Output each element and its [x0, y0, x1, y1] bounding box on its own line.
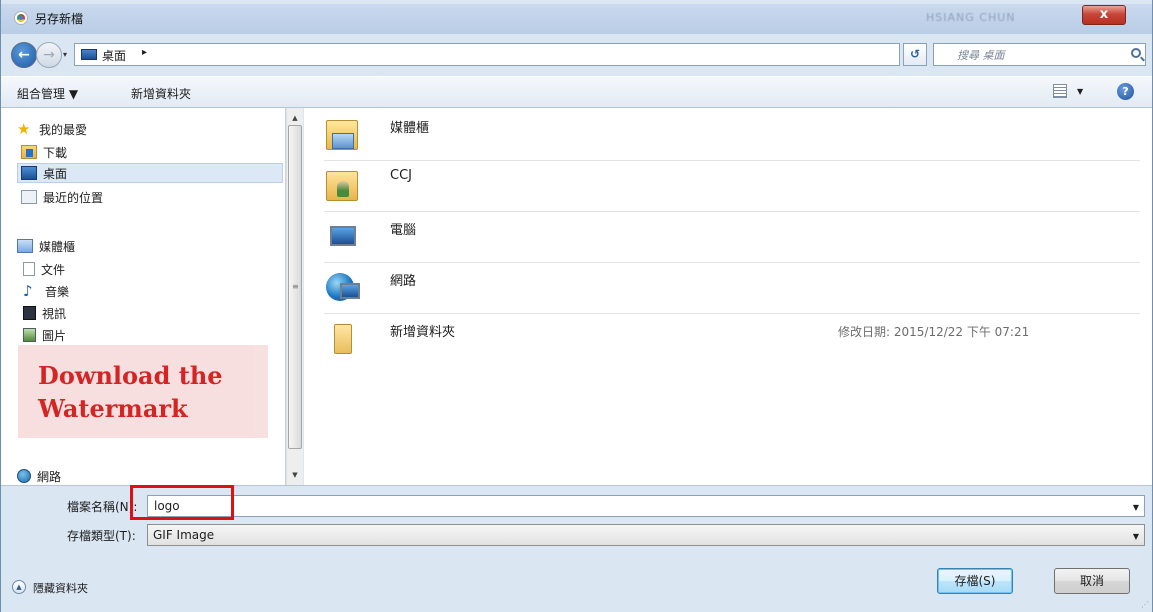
- sidebar-item-label: 網路: [37, 469, 62, 484]
- save-button[interactable]: 存檔(S): [937, 568, 1013, 594]
- list-item[interactable]: 媒體櫃: [324, 110, 1140, 161]
- desktop-icon: [81, 49, 97, 60]
- address-bar[interactable]: 桌面 ▸ ▼: [74, 43, 965, 66]
- sidebar-item-pictures[interactable]: 圖片: [23, 325, 66, 345]
- cancel-button[interactable]: 取消: [1054, 568, 1130, 594]
- sidebar-item-desktop[interactable]: 桌面: [17, 163, 283, 183]
- sidebar-item-recent[interactable]: 最近的位置: [21, 187, 103, 207]
- breadcrumb-chevron-icon[interactable]: ▸: [142, 47, 147, 58]
- command-bar: 組合管理 ▼ 新增資料夾 ▼ ?: [1, 76, 1152, 108]
- help-icon[interactable]: ?: [1117, 83, 1134, 100]
- videos-icon: [23, 306, 36, 320]
- filetype-dropdown-icon[interactable]: ▼: [1133, 532, 1139, 541]
- search-box[interactable]: 搜尋 桌面: [933, 43, 1146, 66]
- documents-icon: [23, 262, 35, 276]
- sidebar-item-label: 最近的位置: [43, 190, 104, 205]
- user-name: HSIANG CHUN: [926, 11, 1016, 24]
- sidebar-item-label: 我的最愛: [39, 122, 88, 137]
- sidebar-item-label: 圖片: [42, 328, 67, 343]
- sidebar-item-music[interactable]: ♪ 音樂: [23, 281, 69, 301]
- sidebar-item-network[interactable]: 網路: [17, 466, 61, 486]
- item-name: 電腦: [390, 223, 417, 238]
- chevron-up-icon[interactable]: ▲: [12, 580, 26, 594]
- navigation-scrollbar[interactable]: ▲ ≡ ▼: [286, 108, 303, 485]
- filetype-label: 存檔類型(T):: [67, 529, 136, 543]
- close-button[interactable]: x: [1082, 5, 1126, 25]
- list-item[interactable]: 電腦: [324, 212, 1140, 263]
- search-icon[interactable]: [1131, 48, 1141, 58]
- save-as-dialog: 另存新檔 HSIANG CHUN x ← → ▾ 桌面 ▸ ▼ ↺ 搜尋 桌面 …: [0, 0, 1153, 612]
- desktop-icon: [21, 166, 37, 180]
- scrollbar-thumb[interactable]: ≡: [288, 125, 302, 449]
- network-icon: [326, 273, 360, 301]
- filename-dropdown-icon[interactable]: ▼: [1133, 503, 1139, 512]
- back-button[interactable]: ←: [11, 42, 37, 68]
- organize-menu[interactable]: 組合管理 ▼: [17, 85, 78, 102]
- window-title: 另存新檔: [35, 12, 84, 26]
- item-name: 媒體櫃: [390, 121, 430, 136]
- sidebar-item-label: 視訊: [42, 306, 67, 321]
- search-placeholder[interactable]: 搜尋 桌面: [957, 47, 1005, 63]
- libraries-folder-icon: [326, 120, 358, 150]
- list-item[interactable]: 新增資料夾 修改日期: 2015/12/22 下午 07:21: [324, 314, 1140, 365]
- filetype-select[interactable]: GIF Image ▼: [147, 524, 1145, 546]
- sidebar-item-label: 媒體櫃: [39, 239, 76, 254]
- list-item[interactable]: CCJ: [324, 161, 1140, 212]
- scroll-down-icon[interactable]: ▼: [287, 467, 303, 483]
- sidebar-item-label: 下載: [43, 145, 68, 160]
- watermark-overlay: Download the Watermark: [18, 345, 268, 438]
- forward-button[interactable]: →: [36, 42, 62, 68]
- music-icon: ♪: [23, 282, 33, 300]
- recent-places-icon: [21, 190, 37, 204]
- star-icon: ★: [17, 120, 31, 138]
- sidebar-item-label: 文件: [41, 262, 66, 277]
- annotation-highlight-box: [130, 485, 234, 520]
- computer-icon: [330, 226, 356, 246]
- item-name: 網路: [390, 274, 417, 289]
- hide-folders-toggle[interactable]: 隱藏資料夾: [33, 580, 88, 596]
- pictures-icon: [23, 328, 36, 342]
- resize-grip-icon[interactable]: ⋰: [1141, 600, 1149, 609]
- item-name: 新增資料夾: [390, 325, 456, 340]
- chrome-icon: [15, 12, 27, 24]
- scroll-up-icon[interactable]: ▲: [287, 110, 303, 126]
- sidebar-item-label: 音樂: [45, 284, 70, 299]
- history-dropdown-icon[interactable]: ▾: [63, 50, 67, 59]
- downloads-icon: [21, 145, 37, 159]
- sidebar-item-downloads[interactable]: 下載: [21, 142, 67, 162]
- folder-icon: [334, 324, 352, 354]
- refresh-button[interactable]: ↺: [903, 43, 927, 66]
- item-modified-date: 修改日期: 2015/12/22 下午 07:21: [838, 325, 1030, 339]
- sidebar-item-videos[interactable]: 視訊: [23, 303, 66, 323]
- navigation-bar: ← → ▾ 桌面 ▸ ▼ ↺ 搜尋 桌面: [1, 34, 1152, 76]
- user-folder-icon: [326, 171, 358, 201]
- sidebar-item-libraries[interactable]: 媒體櫃: [17, 236, 75, 256]
- view-dropdown-icon[interactable]: ▼: [1077, 87, 1083, 96]
- address-location[interactable]: 桌面: [102, 47, 126, 64]
- view-options-icon[interactable]: [1053, 84, 1067, 98]
- filename-label: 檔案名稱(N):: [67, 500, 138, 514]
- libraries-icon: [17, 239, 33, 253]
- sidebar-item-documents[interactable]: 文件: [23, 259, 65, 279]
- sidebar-item-favorites[interactable]: ★ 我的最愛: [17, 119, 87, 139]
- file-list: 媒體櫃 CCJ 電腦 網路 新增資料夾 修改日期: 2015/12/22 下午 …: [304, 108, 1152, 485]
- filename-input[interactable]: logo ▼: [147, 495, 1145, 517]
- sidebar-item-label: 桌面: [43, 166, 68, 181]
- new-folder-button[interactable]: 新增資料夾: [131, 85, 191, 102]
- network-icon: [17, 469, 31, 483]
- title-bar: 另存新檔 HSIANG CHUN x: [1, 4, 1152, 34]
- list-item[interactable]: 網路: [324, 263, 1140, 314]
- item-name: CCJ: [390, 168, 412, 183]
- grip-icon: ≡: [292, 282, 299, 291]
- filetype-value[interactable]: GIF Image: [153, 528, 214, 542]
- save-form: 檔案名稱(N): logo ▼ 存檔類型(T): GIF Image ▼ ▲ 隱…: [1, 485, 1152, 612]
